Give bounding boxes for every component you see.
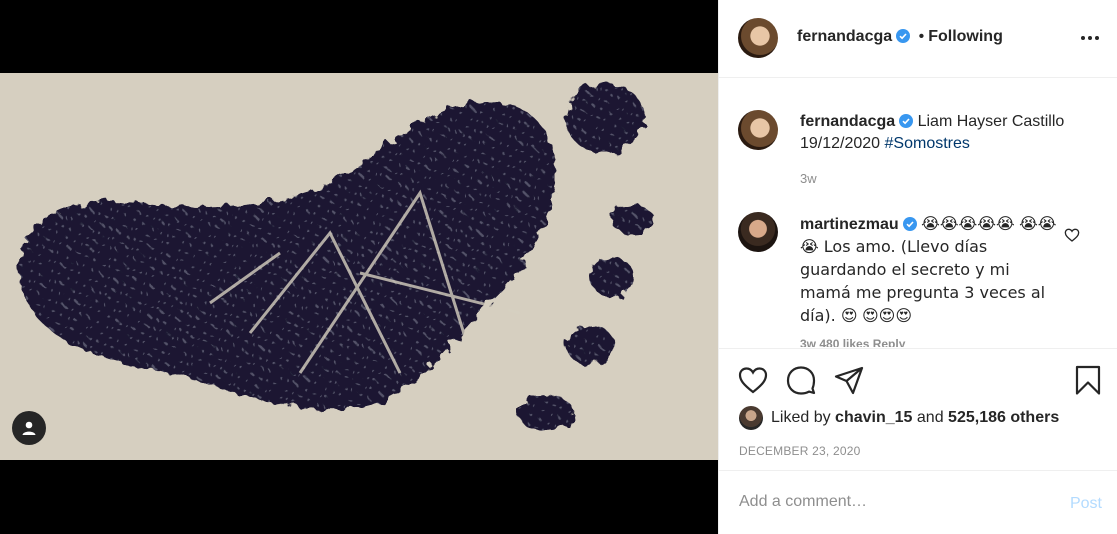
following-button[interactable]: Following [928, 28, 1003, 45]
post-side-panel: fernandacga • Following fernandacga Liam … [718, 0, 1117, 534]
more-options-icon[interactable] [1078, 28, 1102, 48]
comments-list[interactable]: fernandacga Liam Hayser Castillo 19/12/2… [719, 79, 1117, 347]
heart-icon[interactable] [737, 364, 769, 396]
post-date[interactable]: DECEMBER 23, 2020 [739, 444, 860, 458]
comment-like-heart-icon[interactable] [1064, 227, 1080, 243]
separator-dot: • [918, 28, 925, 45]
liker-avatar[interactable] [739, 406, 763, 430]
author-line: fernandacga • Following [797, 28, 1003, 46]
likes-prefix: Liked by [771, 409, 831, 426]
post-comment-button[interactable]: Post [1070, 495, 1102, 513]
comment-input[interactable] [739, 493, 1039, 511]
caption-avatar[interactable] [738, 110, 778, 150]
caption-username[interactable]: fernandacga [800, 113, 895, 130]
post-photo-footprint[interactable] [0, 73, 718, 460]
hashtag-link[interactable]: #Somostres [885, 135, 970, 152]
likes-and: and [916, 409, 944, 426]
caption: fernandacga Liam Hayser Castillo 19/12/2… [800, 111, 1090, 155]
post-header: fernandacga • Following [719, 0, 1117, 78]
commenter-avatar[interactable] [738, 212, 778, 252]
post-actions: Liked by chavin_15 and 525,186 others DE… [719, 348, 1117, 470]
verified-badge-icon [902, 217, 917, 231]
likes-summary: Liked by chavin_15 and 525,186 others [739, 405, 1059, 431]
comment: martinezmau 😭😭😭😭😭 😭😭😭 Los amo. (Llevo dí… [800, 213, 1060, 328]
comment-emoji-end: 😍😍😍 [861, 306, 912, 325]
caption-time[interactable]: 3w [800, 171, 817, 186]
user-tag-icon[interactable] [12, 411, 46, 445]
comment-emoji-line: 😭😭😭😭😭 [921, 214, 1015, 233]
comment-meta[interactable]: 3w 480 likes Reply [800, 337, 905, 347]
footprint-image [0, 73, 718, 460]
verified-badge-icon [896, 29, 911, 43]
bookmark-icon[interactable] [1072, 364, 1104, 396]
likes-others-link[interactable]: 525,186 others [948, 409, 1059, 427]
add-comment-bar: Post [719, 470, 1117, 534]
post-media [0, 0, 718, 534]
liker-username[interactable]: chavin_15 [835, 409, 912, 427]
share-icon[interactable] [833, 364, 865, 396]
comment-username[interactable]: martinezmau [800, 216, 899, 233]
comment-icon[interactable] [785, 364, 817, 396]
author-username[interactable]: fernandacga [797, 28, 892, 45]
verified-badge-icon [899, 114, 914, 128]
author-avatar[interactable] [738, 18, 778, 58]
